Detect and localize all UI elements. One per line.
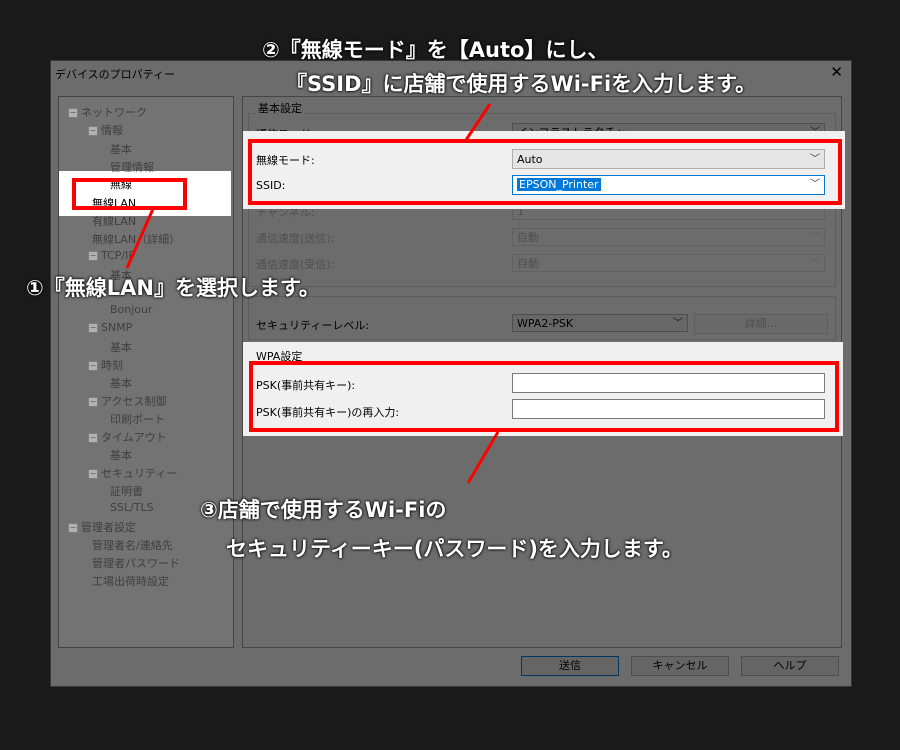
callout-line-3 — [466, 431, 500, 484]
callout-lines — [125, 103, 500, 484]
step2-annotation-line2: 『SSID』に店舗で使用するWi-Fiを入力します。 — [286, 72, 757, 96]
callout-line-2 — [464, 103, 492, 141]
step2-annotation-line1: ②『無線モード』を【Auto】にし、 — [262, 38, 609, 62]
step1-annotation: ①『無線LAN』を選択します。 — [26, 276, 320, 300]
step3-annotation-line1: ③店舗で使用するWi-Fiの — [200, 498, 447, 522]
step3-annotation-line2: セキュリティーキー(パスワード)を入力します。 — [226, 537, 683, 561]
callout-line-1 — [125, 208, 155, 269]
